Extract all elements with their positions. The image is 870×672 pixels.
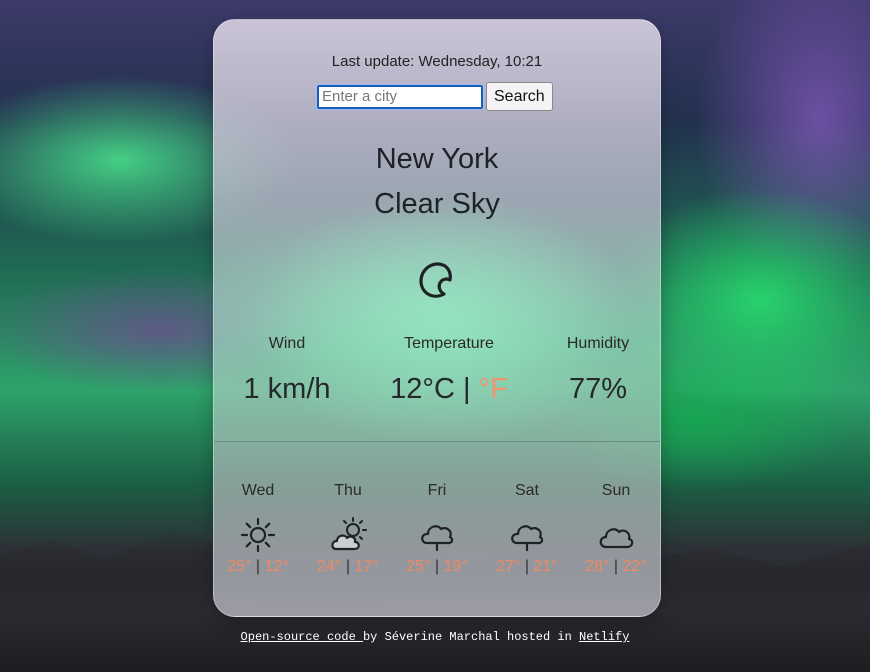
forecast-day-name: Fri [427, 482, 447, 499]
city-search-input[interactable] [316, 83, 484, 110]
footer-credit-text: by Séverine Marchal hosted in [362, 630, 580, 644]
forecast-day: Wed 25° | 12° [223, 482, 293, 576]
forecast-sep: | [524, 558, 530, 575]
forecast-sep: | [255, 558, 261, 575]
city-name: New York [375, 143, 499, 175]
forecast-day-name: Wed [241, 482, 275, 499]
forecast-sep: | [613, 558, 619, 575]
forecast-day: Sun 28° | 22° [581, 482, 651, 576]
forecast-min: 17° [354, 558, 379, 575]
forecast-max: 25° [406, 558, 431, 575]
temperature-value-row: 12°C | °F [378, 373, 520, 406]
crescent-moon-icon [419, 262, 452, 298]
forecast-day: Fri 25° | 19° [402, 482, 472, 576]
forecast-day-name: Sat [514, 482, 539, 499]
forecast-sep: | [345, 558, 351, 575]
temperature-celsius: 12°C [390, 373, 455, 405]
fahrenheit-link[interactable]: °F [479, 373, 508, 405]
forecast-sep: | [434, 558, 440, 575]
wind-label: Wind [268, 335, 306, 352]
forecast-temps: 27° | 21° [492, 558, 562, 576]
cloud-icon [599, 528, 634, 549]
forecast-max: 28° [585, 558, 610, 575]
temperature-stat: Temperature 12°C | °F [378, 335, 520, 406]
forecast-day: Sat 27° | 21° [492, 482, 562, 576]
forecast-day-name: Thu [334, 482, 362, 499]
netlify-link[interactable]: Netlify [579, 630, 629, 644]
search-button[interactable]: Search [486, 82, 553, 111]
partly-cloudy-icon [331, 517, 367, 551]
last-update-text: Last update: Wednesday, 10:21 [331, 53, 543, 70]
forecast-day: Thu 24° | 17° [313, 482, 383, 576]
forecast-day-name: Sun [601, 482, 631, 499]
humidity-value: 77% [568, 373, 628, 405]
forecast-temps: 25° | 12° [223, 558, 293, 576]
forecast-temps: 25° | 19° [402, 558, 472, 576]
rain-cloud-icon [511, 525, 544, 552]
humidity-label: Humidity [566, 335, 630, 352]
forecast-max: 27° [496, 558, 521, 575]
forecast-max: 25° [227, 558, 252, 575]
search-form: Search [316, 82, 553, 111]
weather-description: Clear Sky [374, 188, 500, 220]
forecast-min: 22° [622, 558, 647, 575]
rain-cloud-icon [421, 525, 454, 552]
open-source-code-link[interactable]: Open-source code [241, 630, 363, 644]
forecast-min: 19° [443, 558, 468, 575]
unit-separator: | [462, 373, 471, 405]
forecast-max: 24° [317, 558, 342, 575]
forecast-min: 12° [264, 558, 289, 575]
forecast-min: 21° [533, 558, 558, 575]
wind-stat: Wind 1 km/h [240, 335, 334, 406]
forecast-temps: 24° | 17° [313, 558, 383, 576]
temperature-label: Temperature [404, 335, 494, 352]
section-divider [214, 441, 660, 442]
footer: Open-source code by Séverine Marchal hos… [0, 630, 870, 644]
weather-card: Last update: Wednesday, 10:21 Search New… [213, 19, 661, 617]
sun-icon [240, 517, 276, 553]
forecast-temps: 28° | 22° [581, 558, 651, 576]
humidity-stat: Humidity 77% [555, 335, 641, 406]
wind-value: 1 km/h [243, 373, 331, 405]
